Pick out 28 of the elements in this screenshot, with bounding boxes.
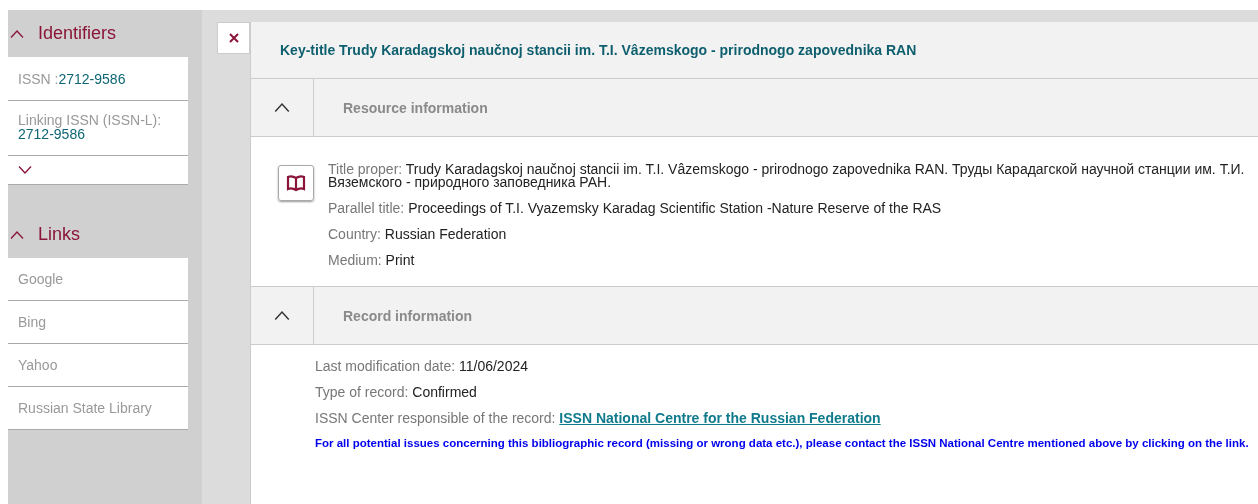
field-text: Country: Russian Federation — [328, 228, 508, 241]
notice-text: For all potential issues concerning this bibliographic record (missing or wrong data etc.), please contact the ISSN National Centre mentioned above by clicking on the link. — [315, 437, 1250, 449]
collapse-icon[interactable] — [10, 230, 24, 239]
field-text: Medium: Print — [328, 254, 416, 267]
field-label: ISSN Center responsible of the record: — [315, 410, 556, 426]
close-icon — [228, 33, 239, 43]
chevron-icon[interactable] — [274, 103, 290, 112]
link-item[interactable]: Yahoo — [8, 344, 188, 387]
field-text: Last modification date: 11/06/2024 — [315, 359, 529, 373]
field-text: Type of record: Confirmed — [315, 385, 478, 399]
section-title: Identifiers — [38, 23, 117, 44]
expand-icon[interactable] — [18, 166, 32, 174]
section-title: Resource information — [342, 98, 488, 118]
link-item[interactable]: Russian State Library — [8, 387, 188, 430]
close-button[interactable] — [217, 22, 250, 54]
field-text: Parallel title: Proceedings of T.I. Vyazemsky Karadag Scientific Station -Nature Reserve of the RAS — [328, 202, 943, 215]
section-title: Links — [38, 224, 81, 245]
identifier-item: Linking ISSN (ISSN-L): 2712-9586 — [8, 101, 188, 156]
collapse-icon[interactable] — [10, 29, 24, 38]
key-title: Key-title Trudy Karadagskoj naučnoj stancii im. T.I. Vâzemskogo - prirodnogo zapovednika RAN — [251, 22, 1258, 79]
chevron-icon[interactable] — [274, 311, 290, 320]
book-icon — [278, 165, 314, 201]
link-item[interactable]: Bing — [8, 301, 188, 344]
section-title: Record information — [342, 306, 473, 326]
identifier-item: ISSN :2712-9586 — [8, 57, 188, 101]
link-item[interactable]: Google — [8, 258, 188, 301]
centre-link[interactable]: ISSN National Centre for the Russian Federation — [559, 410, 881, 426]
field-text: Title proper: Trudy Karadagskoj naučnoj stancii im. T.I. Vâzemskogo - prirodnogo zapovednika RAN. Труды Карадагской научной станции им. Т.И. Вяземского - природного заповедника РАН. — [328, 163, 1246, 189]
